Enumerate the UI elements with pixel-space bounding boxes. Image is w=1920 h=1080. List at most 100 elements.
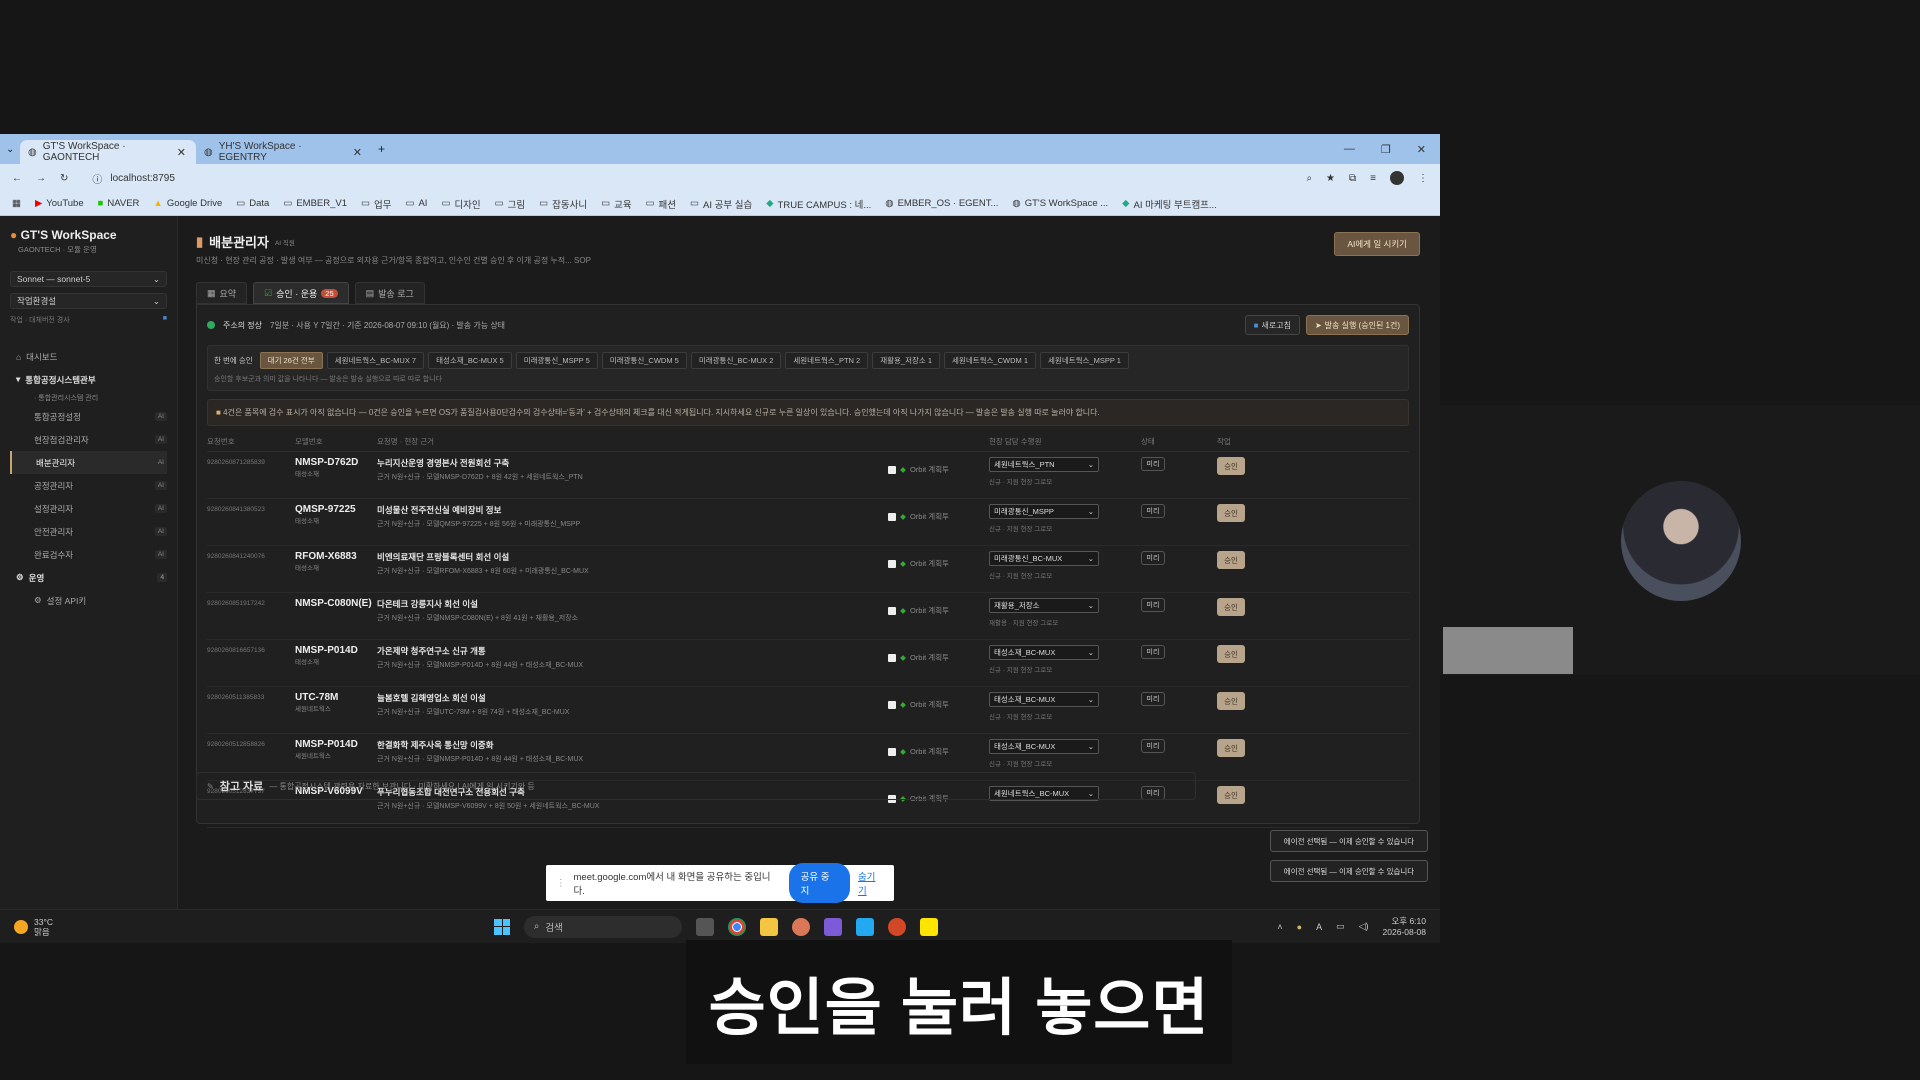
approve-button[interactable]: 승인: [1217, 598, 1245, 616]
bookmark-ember-os[interactable]: ◍ EMBER_OS · EGENT...: [885, 198, 998, 209]
preview-button[interactable]: 미리: [1141, 504, 1165, 518]
checkbox-icon[interactable]: [888, 653, 897, 662]
network-icon[interactable]: ▭: [1336, 921, 1345, 932]
approve-button[interactable]: 승인: [1217, 739, 1245, 757]
orbit-toggle[interactable]: ◆ Orbit 계획투: [888, 739, 949, 764]
forward-icon[interactable]: →: [36, 173, 46, 184]
minimize-icon[interactable]: —: [1344, 143, 1355, 156]
filter-chip[interactable]: 미래광통신_BC-MUX 2: [690, 352, 782, 369]
preview-button[interactable]: 미리: [1141, 551, 1165, 565]
bookmark-folder[interactable]: ▭ Data: [236, 198, 269, 209]
preview-button[interactable]: 미리: [1141, 692, 1165, 706]
sidebar-item-settings-manager[interactable]: 설정관리자 AI: [10, 497, 167, 520]
ai-task-button[interactable]: AI에게 일 시키기: [1334, 232, 1420, 256]
zoom-icon[interactable]: ⌕: [1306, 173, 1312, 184]
filter-chip[interactable]: 세원네트웍스_BC-MUX 7: [326, 352, 425, 369]
filter-chip[interactable]: 세원네트웍스_MSPP 1: [1040, 352, 1129, 369]
drag-handle-icon[interactable]: ⋮: [556, 878, 566, 889]
tab-menu-icon[interactable]: ⌄: [6, 144, 20, 155]
sidebar-section-operation[interactable]: ⚙ 운영 4: [10, 566, 167, 589]
mic-icon[interactable]: ●: [1297, 922, 1302, 932]
close-tab-icon[interactable]: ✕: [177, 146, 186, 159]
checkbox-icon[interactable]: [888, 700, 897, 709]
hide-link[interactable]: 숨기기: [858, 869, 884, 897]
sidebar-item-process-setup[interactable]: 통합공정설정 AI: [10, 405, 167, 428]
site-info-icon[interactable]: ⓘ: [92, 171, 102, 186]
bookmark-folder[interactable]: ▭ 그림: [495, 197, 525, 211]
task-view-icon[interactable]: [696, 917, 714, 936]
bookmark-folder[interactable]: ▭ 디자인: [441, 197, 480, 211]
bookmark-gts-workspace[interactable]: ◍ GT'S WorkSpace ...: [1012, 198, 1108, 209]
clock[interactable]: 오후 6:10 2026-08-08: [1383, 916, 1426, 938]
bookmark-folder[interactable]: ▭ EMBER_V1: [283, 198, 347, 209]
vscode-icon[interactable]: [856, 917, 874, 936]
assignee-select[interactable]: 미래광통신_BC-MUX ⌄: [989, 551, 1099, 566]
bookmark-star-icon[interactable]: ★: [1326, 173, 1335, 184]
approve-button[interactable]: 승인: [1217, 504, 1245, 522]
send-run-button[interactable]: ➤ 발송 실행 (승인된 1건): [1305, 315, 1409, 335]
checkbox-icon[interactable]: [888, 512, 897, 521]
more-menu-icon[interactable]: ⋮: [1418, 173, 1428, 184]
chevron-up-icon[interactable]: ˄: [1277, 922, 1282, 932]
obsidian-icon[interactable]: [824, 917, 842, 936]
sidebar-item-system[interactable]: · 통합관리시스템 관리: [10, 391, 167, 405]
close-tab-icon[interactable]: ✕: [353, 146, 362, 159]
filter-chip[interactable]: 대기 26건 전부: [259, 352, 323, 369]
apps-grid-icon[interactable]: ▦: [12, 198, 21, 209]
bookmark-folder[interactable]: ▭ AI 공부 실습: [690, 197, 752, 211]
bookmark-folder[interactable]: ▭ 교육: [601, 197, 631, 211]
approve-button[interactable]: 승인: [1217, 645, 1245, 663]
bookmark-naver[interactable]: ■ NAVER: [98, 198, 140, 209]
approve-button[interactable]: 승인: [1217, 692, 1245, 710]
bookmark-true-campus[interactable]: ◆ TRUE CAMPUS : 네...: [766, 197, 871, 211]
reload-icon[interactable]: ↻: [60, 173, 68, 184]
bookmark-ai-bootcamp[interactable]: ◆ AI 마케팅 부트캠프...: [1122, 197, 1217, 211]
tab-send-log[interactable]: ▤ 발송 로그: [354, 282, 425, 304]
preview-button[interactable]: 미리: [1141, 457, 1165, 471]
bookmark-folder[interactable]: ▭ 패션: [646, 197, 676, 211]
assignee-select[interactable]: 미래광통신_MSPP ⌄: [989, 504, 1099, 519]
claude-icon[interactable]: [792, 917, 810, 936]
checkbox-icon[interactable]: [888, 559, 897, 568]
extensions-icon[interactable]: ⧉: [1349, 173, 1356, 184]
filter-chip[interactable]: 세원네트웍스_PTN 2: [785, 352, 869, 369]
checkbox-icon[interactable]: [888, 747, 897, 756]
restore-icon[interactable]: ❐: [1381, 143, 1391, 156]
assignee-select[interactable]: 태성소재_BC-MUX ⌄: [989, 645, 1099, 660]
model-select[interactable]: Sonnet — sonnet-5 ⌄: [10, 271, 167, 287]
windows-start-icon[interactable]: [494, 918, 510, 935]
approve-button[interactable]: 승인: [1217, 551, 1245, 569]
assignee-select[interactable]: 태성소재_BC-MUX ⌄: [989, 692, 1099, 707]
filter-chip[interactable]: 재활용_저장소 1: [872, 352, 941, 369]
filter-chip[interactable]: 세원네트웍스_CWDM 1: [944, 352, 1037, 369]
url-field[interactable]: ⓘ localhost:8795: [82, 168, 1292, 188]
sidebar-item-dashboard[interactable]: ⌂ 대시보드: [10, 345, 167, 368]
sidebar-section-process[interactable]: ▾ 통합공정시스템관부: [10, 368, 167, 391]
media-icon[interactable]: ≡: [1370, 173, 1376, 184]
filter-chip[interactable]: 미래광통신_MSPP 5: [515, 352, 598, 369]
orbit-toggle[interactable]: ◆ Orbit 계획투: [888, 645, 949, 670]
assignee-select[interactable]: 세원네트웍스_PTN ⌄: [989, 457, 1099, 472]
weather-widget[interactable]: 33°C 맑음: [0, 917, 53, 937]
sidebar-item-process-manager[interactable]: 공정관리자 AI: [10, 474, 167, 497]
bookmark-google-drive[interactable]: ▲ Google Drive: [153, 198, 222, 209]
bookmark-folder[interactable]: ▭ AI: [405, 198, 427, 209]
chrome-icon[interactable]: [728, 917, 746, 936]
bookmark-youtube[interactable]: ▶ YouTube: [35, 198, 84, 209]
preview-button[interactable]: 미리: [1141, 598, 1165, 612]
back-icon[interactable]: ←: [12, 173, 22, 184]
checkbox-icon[interactable]: [888, 606, 897, 615]
profile-avatar[interactable]: [1390, 171, 1404, 185]
powerpoint-icon[interactable]: [888, 917, 906, 936]
sidebar-item-inspection[interactable]: 완료검수자 AI: [10, 543, 167, 566]
file-explorer-icon[interactable]: [760, 917, 778, 936]
tab-summary[interactable]: ▦ 요약: [196, 282, 248, 304]
assignee-select[interactable]: 태성소재_BC-MUX ⌄: [989, 739, 1099, 754]
tab-approval[interactable]: ☑ 승인 · 운용 25: [253, 282, 349, 304]
preview-button[interactable]: 미리: [1141, 739, 1165, 753]
browser-tab-gaontech[interactable]: ◍ GT'S WorkSpace · GAONTECH ✕: [20, 140, 196, 164]
sidebar-item-distribution[interactable]: 배분관리자 AI: [10, 451, 167, 474]
refresh-button[interactable]: ■ 새로고침: [1244, 315, 1300, 335]
bookmark-folder[interactable]: ▭ 업무: [361, 197, 391, 211]
filter-chip[interactable]: 태성소재_BC-MUX 5: [428, 352, 512, 369]
